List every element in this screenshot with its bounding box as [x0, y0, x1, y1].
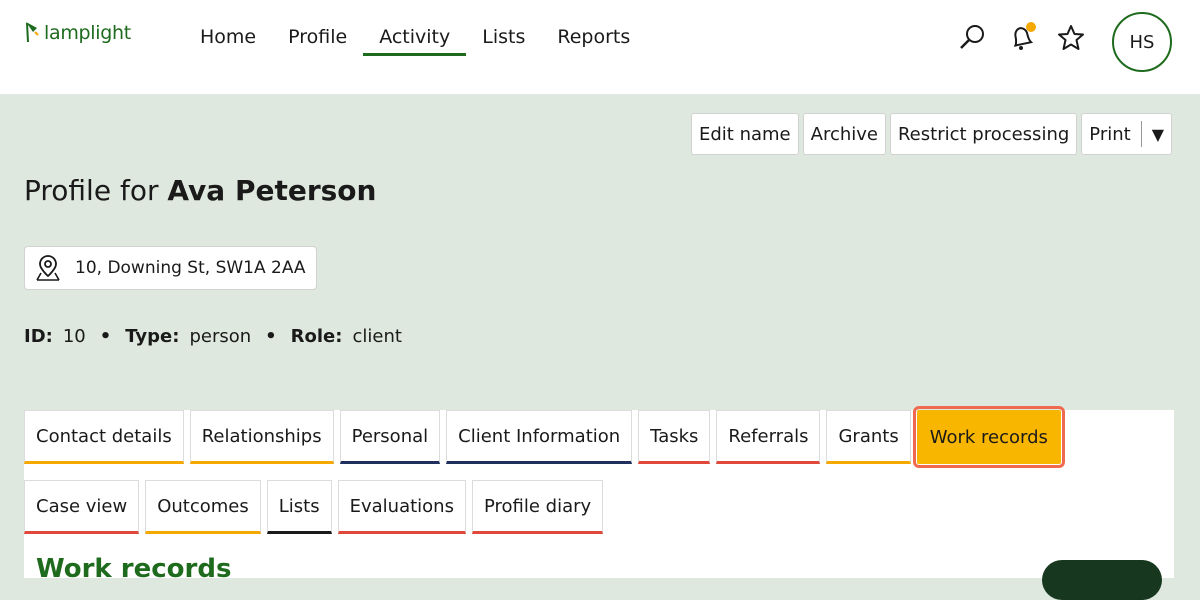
bell-icon[interactable]	[1006, 22, 1038, 54]
page-title: Profile for Ava Peterson	[24, 174, 376, 207]
tab-personal[interactable]: Personal	[339, 410, 441, 464]
type-label: Type:	[125, 326, 180, 347]
role-label: Role:	[290, 326, 343, 347]
search-icon[interactable]	[956, 22, 988, 54]
id-label: ID:	[24, 326, 53, 347]
profile-meta: ID: 10 • Type: person • Role: client	[24, 326, 416, 347]
nav-home[interactable]: Home	[184, 0, 272, 88]
subtab-case-view[interactable]: Case view	[24, 480, 140, 534]
tab-grants[interactable]: Grants	[826, 410, 911, 464]
id-value: 10	[62, 326, 86, 347]
meta-separator: •	[99, 326, 112, 347]
title-prefix: Profile for	[24, 174, 159, 207]
role-value: client	[352, 326, 402, 347]
print-divider	[1140, 121, 1142, 147]
subtab-lists[interactable]: Lists	[266, 480, 332, 534]
user-avatar[interactable]: HS	[1112, 12, 1172, 72]
tab-relationships[interactable]: Relationships	[189, 410, 334, 464]
tab-client-information[interactable]: Client Information	[446, 410, 633, 464]
edit-name-button[interactable]: Edit name	[690, 113, 799, 155]
nav-reports[interactable]: Reports	[541, 0, 646, 88]
profile-tabs-panel: Contact details Relationships Personal C…	[24, 406, 1174, 600]
address-chip[interactable]: 10, Downing St, SW1A 2AA	[24, 246, 317, 290]
tab-contact-details[interactable]: Contact details	[24, 410, 184, 464]
tab-work-records[interactable]: Work records	[912, 406, 1065, 468]
logo-text: lamplight	[44, 22, 131, 44]
top-navigation-bar: lamplight Home Profile Activity Lists Re…	[0, 0, 1200, 95]
tab-referrals[interactable]: Referrals	[716, 410, 821, 464]
main-nav: Home Profile Activity Lists Reports	[184, 0, 646, 94]
star-icon[interactable]	[1055, 22, 1087, 54]
nav-lists[interactable]: Lists	[466, 0, 541, 88]
subtab-outcomes[interactable]: Outcomes	[145, 480, 261, 534]
subtab-evaluations[interactable]: Evaluations	[337, 480, 466, 534]
notification-dot	[1026, 22, 1036, 32]
nav-profile[interactable]: Profile	[272, 0, 363, 88]
restrict-processing-button[interactable]: Restrict processing	[889, 113, 1078, 155]
archive-button[interactable]: Archive	[802, 113, 886, 155]
print-button[interactable]: Print ▼	[1081, 113, 1172, 155]
print-dropdown-icon[interactable]: ▼	[1152, 125, 1164, 144]
section-heading: Work records	[36, 554, 232, 584]
lamp-icon	[26, 22, 39, 43]
meta-separator: •	[265, 326, 277, 347]
map-pin-icon	[36, 255, 60, 281]
add-button[interactable]	[1042, 560, 1162, 600]
primary-tabs: Contact details Relationships Personal C…	[24, 406, 1065, 468]
subtab-profile-diary[interactable]: Profile diary	[471, 480, 604, 534]
profile-actions: Edit name Archive Restrict processing Pr…	[690, 113, 1172, 155]
address-text: 10, Downing St, SW1A 2AA	[75, 258, 306, 278]
type-value: person	[189, 326, 252, 347]
profile-name: Ava Peterson	[167, 174, 377, 207]
print-label: Print	[1089, 123, 1131, 145]
lamplight-logo[interactable]: lamplight	[24, 20, 131, 44]
nav-activity[interactable]: Activity	[363, 0, 467, 88]
tab-tasks[interactable]: Tasks	[638, 410, 711, 464]
secondary-tabs: Case view Outcomes Lists Evaluations Pro…	[24, 480, 604, 534]
